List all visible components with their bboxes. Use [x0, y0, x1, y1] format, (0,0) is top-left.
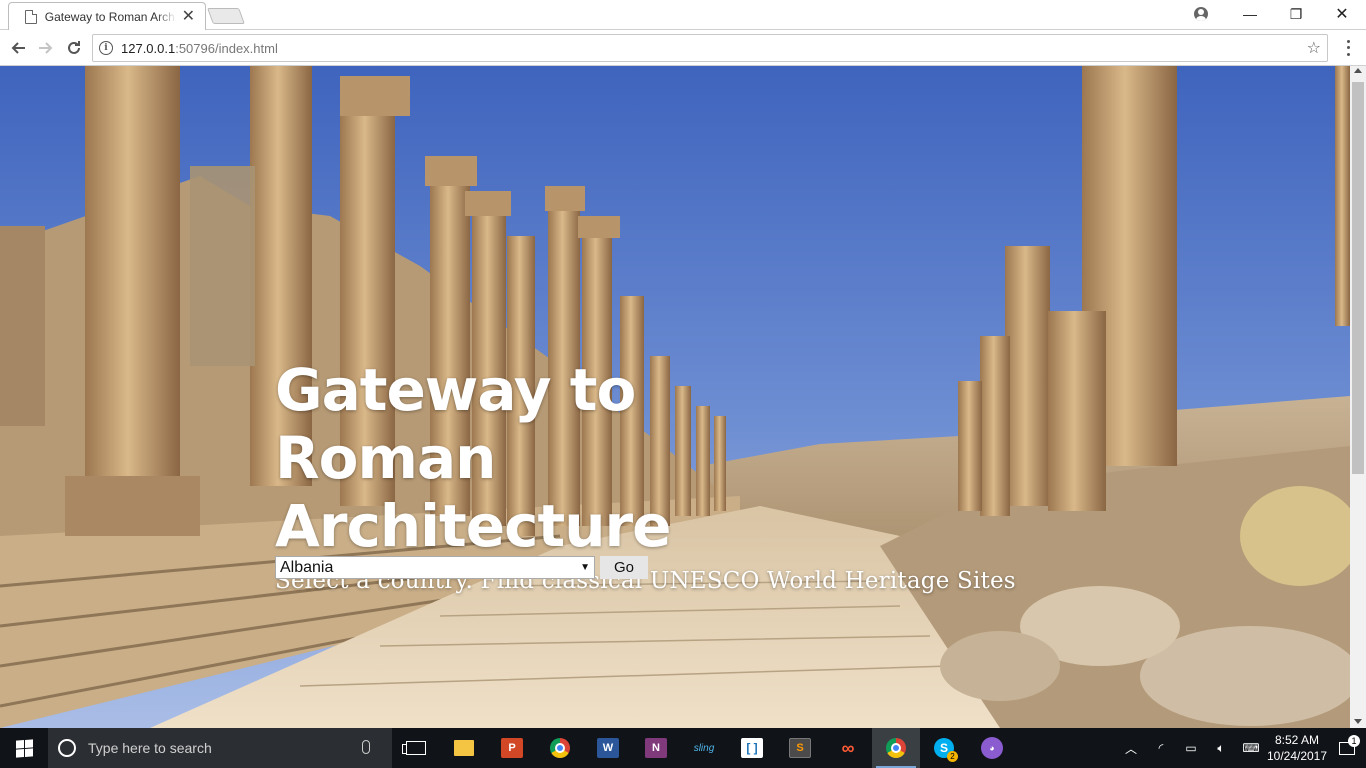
- windows-taskbar: Type here to search P W N sling [ ] S ∞ …: [0, 728, 1366, 768]
- wifi-icon[interactable]: ◜: [1146, 741, 1176, 755]
- volume-icon[interactable]: 🔈︎: [1206, 741, 1236, 756]
- microphone-icon[interactable]: [362, 740, 370, 754]
- page-favicon-icon: [25, 9, 37, 24]
- scroll-up-arrow-icon[interactable]: [1354, 68, 1362, 73]
- browser-tab-strip: Gateway to Roman Architecture ✕ — ❐ ✕: [0, 0, 1366, 30]
- task-view-icon: [402, 741, 426, 755]
- browser-toolbar: i 127.0.0.1:50796/index.html ☆: [0, 30, 1366, 66]
- cortana-icon: [58, 739, 76, 757]
- country-search-form: Albania ▼ Go: [275, 556, 648, 579]
- skype-badge: 2: [947, 751, 958, 762]
- task-view-button[interactable]: [392, 728, 440, 768]
- url-text: 127.0.0.1:50796/index.html: [121, 40, 278, 56]
- taskbar-sublime[interactable]: S: [776, 728, 824, 768]
- chrome-icon: [550, 738, 570, 758]
- maximize-button[interactable]: ❐: [1280, 0, 1312, 28]
- brackets-icon: [ ]: [741, 738, 763, 758]
- keyboard-icon[interactable]: ⌨︎: [1236, 741, 1266, 755]
- country-select[interactable]: Albania ▼: [275, 556, 595, 579]
- bookmark-star-icon[interactable]: ☆: [1307, 38, 1321, 58]
- system-tray: ︿ ◜ ▭ 🔈︎ ⌨︎ 8:52 AM 10/24/2017 1: [1116, 728, 1366, 768]
- search-placeholder: Type here to search: [88, 740, 212, 756]
- taskbar-github-desktop[interactable]: ◕: [968, 728, 1016, 768]
- address-bar[interactable]: i 127.0.0.1:50796/index.html ☆: [92, 34, 1328, 62]
- browser-tab[interactable]: Gateway to Roman Architecture ✕: [8, 2, 206, 30]
- arrow-right-icon: [39, 42, 53, 54]
- arrow-left-icon: [11, 42, 25, 54]
- tab-title: Gateway to Roman Architecture: [44, 9, 176, 24]
- new-tab-button[interactable]: [207, 8, 245, 24]
- sublime-text-icon: S: [789, 738, 811, 758]
- forward-button[interactable]: [34, 36, 58, 60]
- tab-close-icon[interactable]: ✕: [182, 8, 195, 25]
- sling-icon: sling: [693, 742, 715, 754]
- taskbar-chrome[interactable]: [536, 728, 584, 768]
- scrollbar-thumb[interactable]: [1352, 82, 1364, 474]
- dropdown-arrow-icon: ▼: [580, 562, 590, 573]
- page-viewport: Gateway to Roman Architecture Select a c…: [0, 66, 1350, 728]
- taskbar-clock[interactable]: 8:52 AM 10/24/2017: [1266, 732, 1328, 764]
- clock-date: 10/24/2017: [1266, 749, 1328, 763]
- infinity-icon: ∞: [841, 737, 855, 758]
- chrome-icon: [886, 738, 906, 758]
- notification-count: 1: [1348, 734, 1360, 747]
- country-select-value: Albania: [280, 558, 334, 576]
- word-icon: W: [597, 738, 619, 758]
- start-button[interactable]: [0, 728, 48, 768]
- taskbar-powerpoint[interactable]: P: [488, 728, 536, 768]
- folder-icon: [454, 740, 474, 756]
- taskbar-chrome-active[interactable]: [872, 728, 920, 768]
- page-scrollbar[interactable]: [1350, 66, 1366, 728]
- go-button[interactable]: Go: [600, 556, 648, 579]
- show-hidden-icons-icon[interactable]: ︿: [1116, 740, 1146, 757]
- reload-button[interactable]: [62, 36, 86, 60]
- account-icon: [1194, 7, 1208, 21]
- battery-icon[interactable]: ▭: [1176, 741, 1206, 755]
- scroll-down-arrow-icon[interactable]: [1354, 719, 1362, 724]
- taskbar-sling[interactable]: sling: [680, 728, 728, 768]
- taskbar-infinity-app[interactable]: ∞: [824, 728, 872, 768]
- taskbar-word[interactable]: W: [584, 728, 632, 768]
- github-icon: ◕: [981, 737, 1003, 759]
- back-button[interactable]: [6, 36, 30, 60]
- taskbar-file-explorer[interactable]: [440, 728, 488, 768]
- onenote-icon: N: [645, 738, 667, 758]
- action-center-button[interactable]: 1: [1328, 734, 1366, 755]
- taskbar-skype[interactable]: S 2: [920, 728, 968, 768]
- browser-menu-button[interactable]: [1340, 38, 1356, 58]
- clock-time: 8:52 AM: [1274, 733, 1320, 747]
- powerpoint-icon: P: [501, 738, 523, 758]
- taskbar-brackets[interactable]: [ ]: [728, 728, 776, 768]
- close-window-button[interactable]: ✕: [1326, 0, 1358, 28]
- minimize-button[interactable]: —: [1234, 0, 1266, 28]
- site-info-icon[interactable]: i: [99, 41, 113, 55]
- page-title: Gateway to Roman Architecture: [275, 356, 671, 560]
- taskbar-search-box[interactable]: Type here to search: [48, 728, 392, 768]
- reload-icon: [68, 41, 80, 54]
- windows-logo-icon: [15, 738, 33, 758]
- profile-button[interactable]: [1186, 0, 1216, 28]
- taskbar-onenote[interactable]: N: [632, 728, 680, 768]
